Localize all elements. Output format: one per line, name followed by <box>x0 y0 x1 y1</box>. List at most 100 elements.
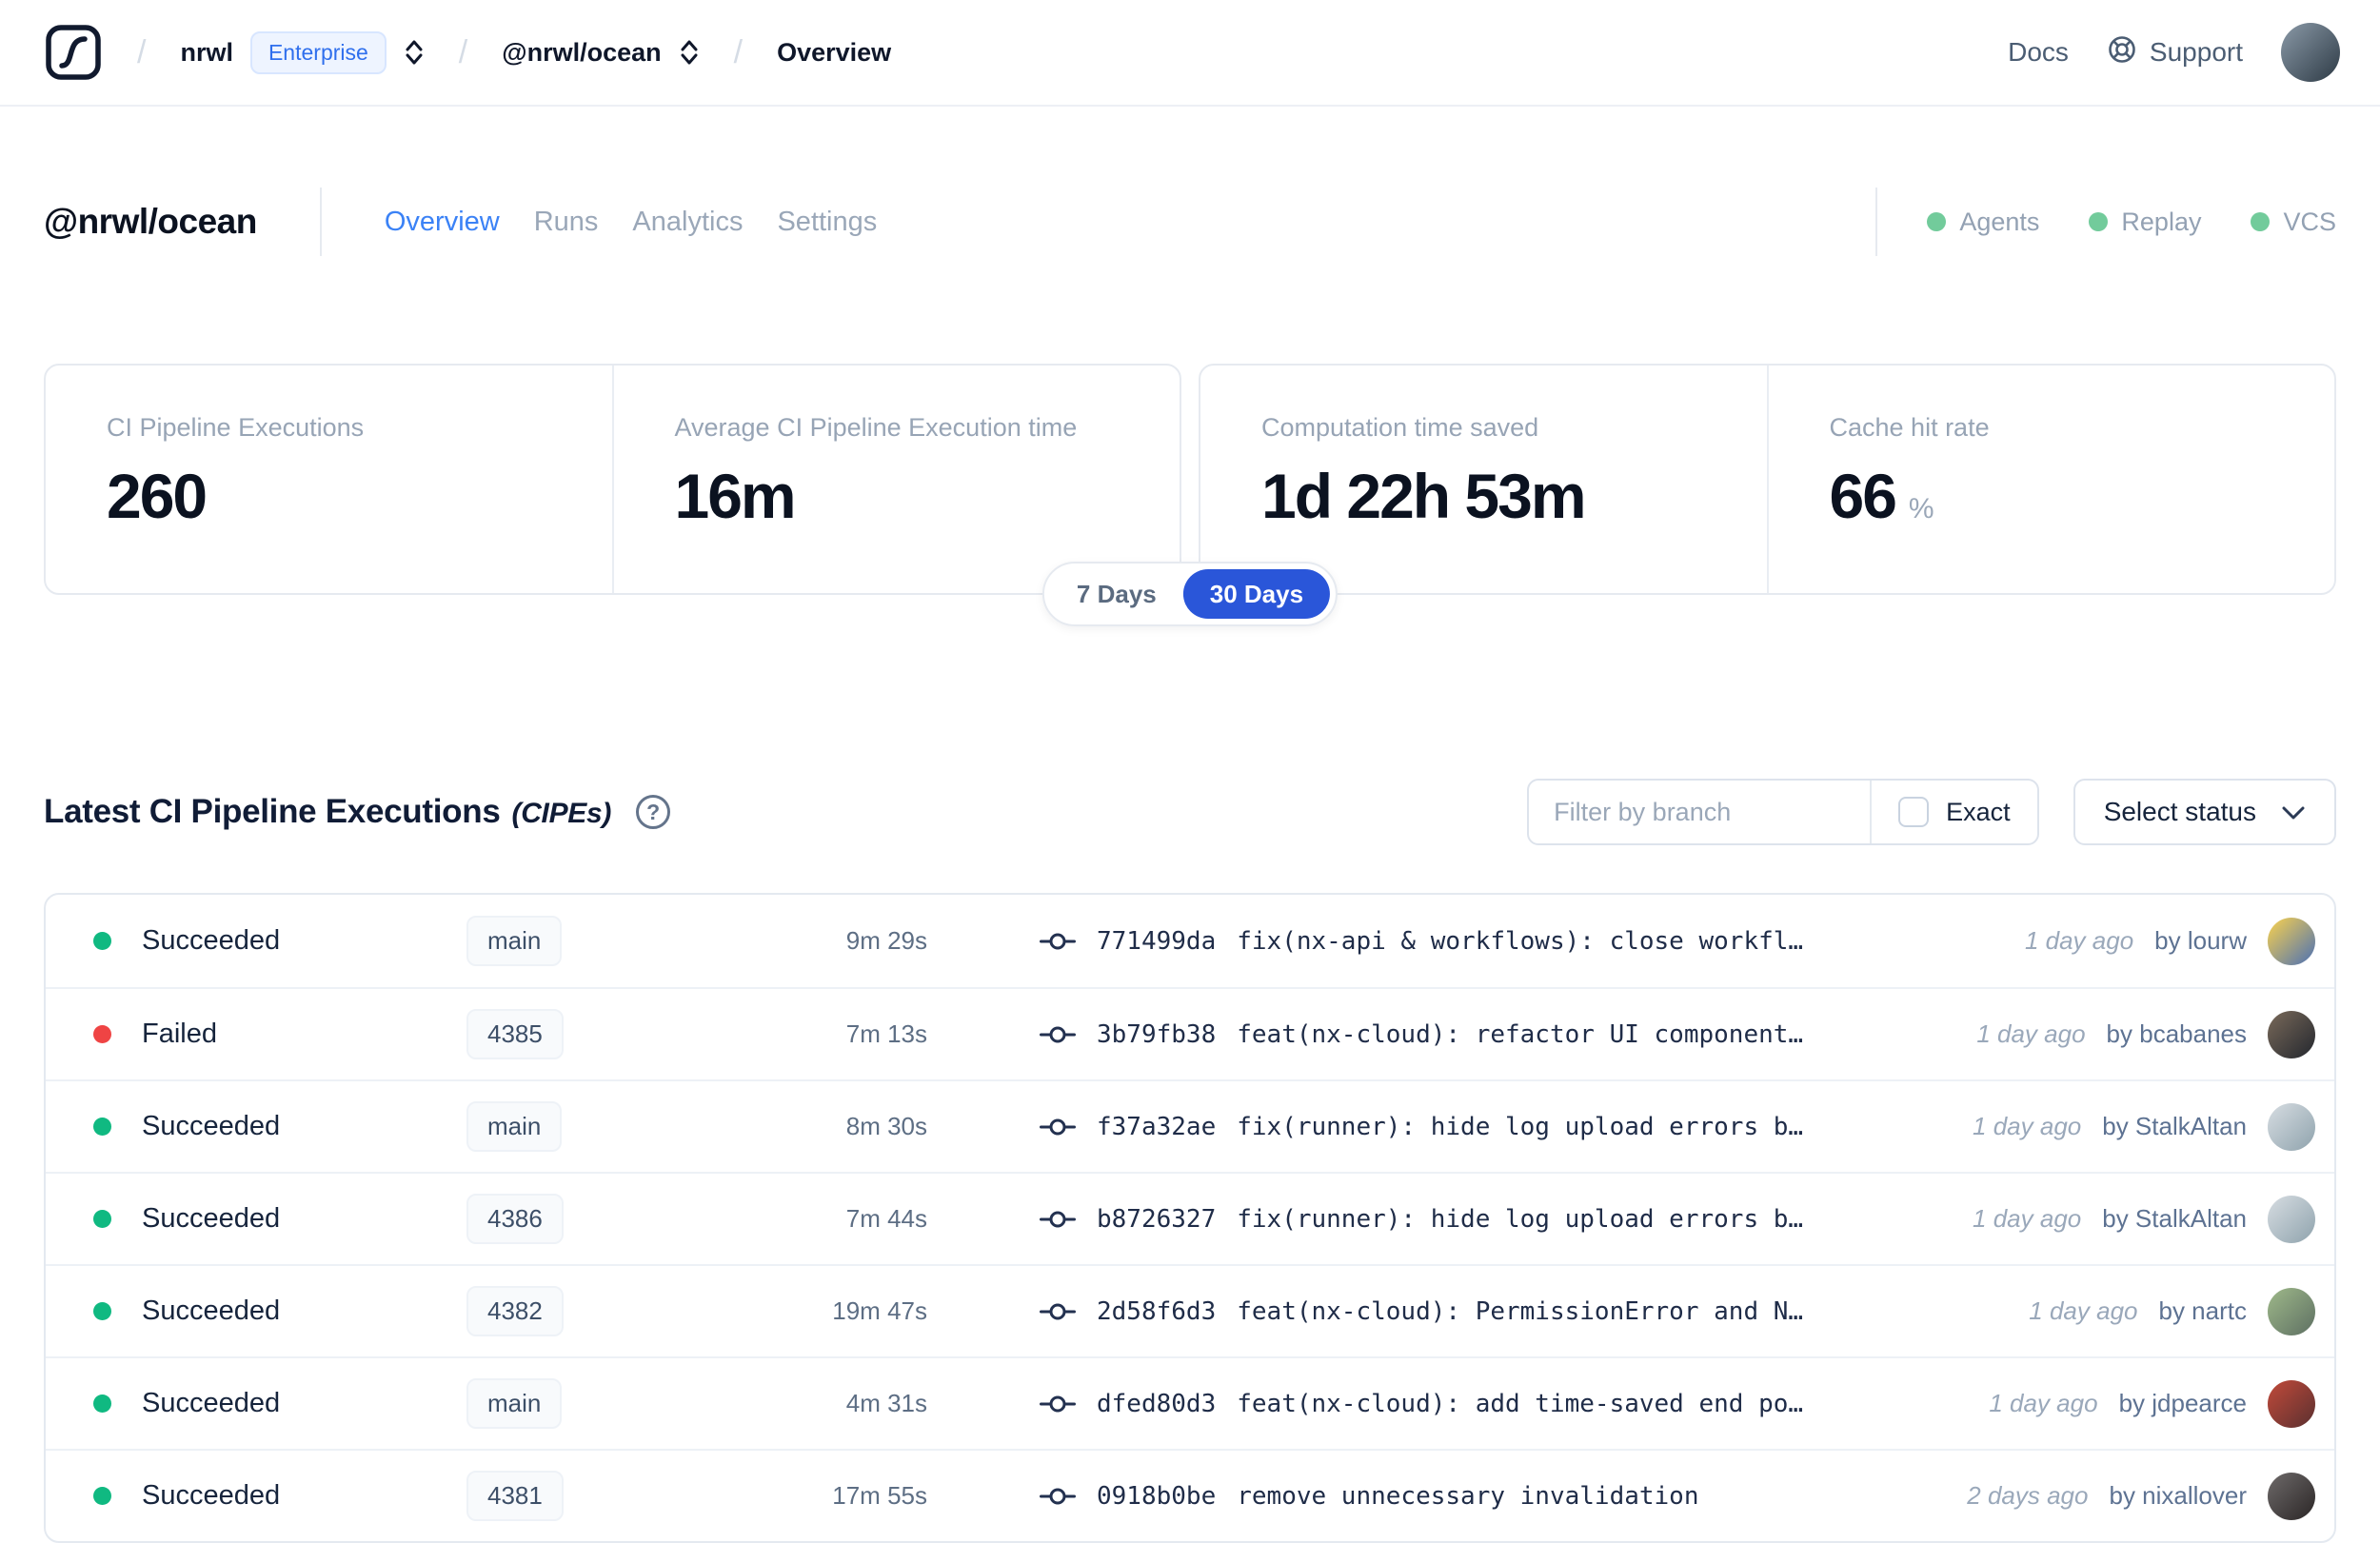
stat-label: Cache hit rate <box>1829 413 1990 442</box>
tab-runs[interactable]: Runs <box>534 203 599 242</box>
branch-badge[interactable]: main <box>466 1101 563 1152</box>
breadcrumb-page: Overview <box>777 37 892 67</box>
tab-settings[interactable]: Settings <box>777 203 877 242</box>
author-avatar[interactable] <box>2268 1472 2315 1520</box>
table-row[interactable]: Succeeded main 4m 31s dfed80d3 feat(nx-c… <box>46 1356 2334 1449</box>
duration-label: 7m 44s <box>845 1204 927 1233</box>
tab-overview[interactable]: Overview <box>385 203 500 242</box>
exact-checkbox[interactable] <box>1898 797 1930 827</box>
branch-badge[interactable]: 4381 <box>466 1471 564 1521</box>
branch-badge[interactable]: 4386 <box>466 1194 564 1244</box>
breadcrumb-separator: / <box>458 33 468 70</box>
table-row[interactable]: Succeeded main 9m 29s 771499da fix(nx-ap… <box>46 895 2334 987</box>
status-dot-icon <box>2089 212 2109 231</box>
tab-analytics[interactable]: Analytics <box>632 203 743 242</box>
workspace-switcher-icon[interactable] <box>679 37 700 68</box>
branch-badge[interactable]: main <box>466 916 563 966</box>
help-icon[interactable]: ? <box>636 795 671 829</box>
time-ago: 1 day ago <box>2029 1296 2138 1325</box>
status-dot <box>93 1025 111 1043</box>
top-navbar: / nrwl Enterprise / @nrwl/ocean / Overvi… <box>0 0 2380 107</box>
workspace-name: @nrwl/ocean <box>502 37 662 67</box>
commit-message: feat(nx-cloud): refactor UI component… <box>1237 1019 1804 1049</box>
status-dot-icon <box>2251 212 2271 231</box>
branch-badge[interactable]: main <box>466 1378 563 1429</box>
table-row[interactable]: Succeeded main 8m 30s f37a32ae fix(runne… <box>46 1079 2334 1172</box>
author-avatar[interactable] <box>2268 1379 2315 1428</box>
commit-hash: dfed80d3 <box>1097 1389 1217 1418</box>
support-link[interactable]: Support <box>2107 34 2243 71</box>
author-avatar[interactable] <box>2268 1195 2315 1243</box>
status-select-label: Select status <box>2103 797 2256 826</box>
stat-card: Computation time saved 1d 22h 53m Cache … <box>1199 364 2336 595</box>
time-ago: 1 day ago <box>1976 1019 2086 1048</box>
commit-message: fix(nx-api & workflows): close workfl… <box>1237 926 1804 956</box>
time-ago: 1 day ago <box>2024 926 2134 955</box>
divider <box>1875 188 1878 256</box>
enterprise-badge: Enterprise <box>249 30 387 74</box>
indicator-label: VCS <box>2283 207 2336 236</box>
time-ago: 2 days ago <box>1967 1481 2089 1510</box>
section-title-suffix: (CIPEs) <box>511 798 612 829</box>
author-label: by nartc <box>2158 1296 2248 1325</box>
branch-badge[interactable]: 4385 <box>466 1009 564 1059</box>
commit-message: fix(runner): hide log upload errors b… <box>1237 1204 1804 1234</box>
author-avatar[interactable] <box>2268 1287 2315 1335</box>
status-label: Succeeded <box>142 925 281 956</box>
stat-value: 1d 22h 53m <box>1261 461 1587 531</box>
commit-hash: b8726327 <box>1097 1204 1217 1234</box>
author-label: by lourw <box>2154 926 2247 955</box>
commit-message: fix(runner): hide log upload errors b… <box>1237 1112 1804 1141</box>
status-select-dropdown[interactable]: Select status <box>2073 779 2336 845</box>
breadcrumb: / nrwl Enterprise / @nrwl/ocean / Overvi… <box>44 23 891 82</box>
docs-link[interactable]: Docs <box>2008 37 2069 68</box>
indicator-agents[interactable]: Agents <box>1927 208 2039 237</box>
indicator-vcs[interactable]: VCS <box>2251 208 2336 237</box>
status-dot <box>93 932 111 950</box>
duration-label: 9m 29s <box>845 926 927 955</box>
indicator-label: Replay <box>2121 207 2202 236</box>
table-row[interactable]: Succeeded 4382 19m 47s 2d58f6d3 feat(nx-… <box>46 1264 2334 1356</box>
user-avatar[interactable] <box>2281 23 2340 82</box>
stat-ci-pipeline-executions: CI Pipeline Executions 260 <box>46 366 612 593</box>
divider <box>319 188 322 256</box>
git-commit-icon <box>1040 1211 1076 1227</box>
branch-filter-input[interactable] <box>1529 781 1871 843</box>
exact-filter[interactable]: Exact <box>1872 797 2037 827</box>
author-avatar[interactable] <box>2268 1102 2315 1151</box>
page-title: @nrwl/ocean <box>44 202 257 241</box>
indicator-replay[interactable]: Replay <box>2089 208 2201 237</box>
status-label: Succeeded <box>142 1296 281 1326</box>
stat-label: CI Pipeline Executions <box>107 413 365 442</box>
status-label: Succeeded <box>142 1480 281 1511</box>
table-row[interactable]: Failed 4385 7m 13s 3b79fb38 feat(nx-clou… <box>46 987 2334 1079</box>
table-row[interactable]: Succeeded 4381 17m 55s 0918b0be remove u… <box>46 1449 2334 1541</box>
author-avatar[interactable] <box>2268 917 2315 965</box>
breadcrumb-org[interactable]: nrwl Enterprise <box>180 30 425 74</box>
time-ago: 1 day ago <box>1989 1389 2098 1417</box>
stat-value: 16m <box>674 461 797 531</box>
duration-label: 7m 13s <box>845 1019 927 1048</box>
status-dot <box>93 1302 111 1320</box>
stat-suffix: % <box>1908 493 1934 524</box>
author-label: by jdpearce <box>2118 1389 2247 1417</box>
workspace-tabs: Overview Runs Analytics Settings <box>385 203 877 242</box>
table-rows: Succeeded main 9m 29s 771499da fix(nx-ap… <box>46 895 2334 1541</box>
range-7-days-button[interactable]: 7 Days <box>1050 569 1183 619</box>
commit-hash: 3b79fb38 <box>1097 1019 1217 1049</box>
author-avatar[interactable] <box>2268 1010 2315 1058</box>
git-commit-icon <box>1040 933 1076 949</box>
stat-label: Average CI Pipeline Execution time <box>674 413 1078 442</box>
breadcrumb-separator: / <box>137 33 147 70</box>
range-30-days-button[interactable]: 30 Days <box>1182 569 1331 619</box>
status-dot <box>93 1487 111 1505</box>
table-row[interactable]: Succeeded 4386 7m 44s b8726327 fix(runne… <box>46 1172 2334 1264</box>
nx-cloud-logo[interactable] <box>44 23 103 82</box>
breadcrumb-workspace[interactable]: @nrwl/ocean <box>502 37 699 68</box>
org-switcher-icon[interactable] <box>404 37 425 68</box>
duration-label: 17m 55s <box>832 1481 927 1510</box>
time-ago: 1 day ago <box>1973 1112 2082 1140</box>
branch-badge[interactable]: 4382 <box>466 1286 564 1336</box>
breadcrumb-separator: / <box>733 33 744 70</box>
exact-label: Exact <box>1946 797 2011 826</box>
